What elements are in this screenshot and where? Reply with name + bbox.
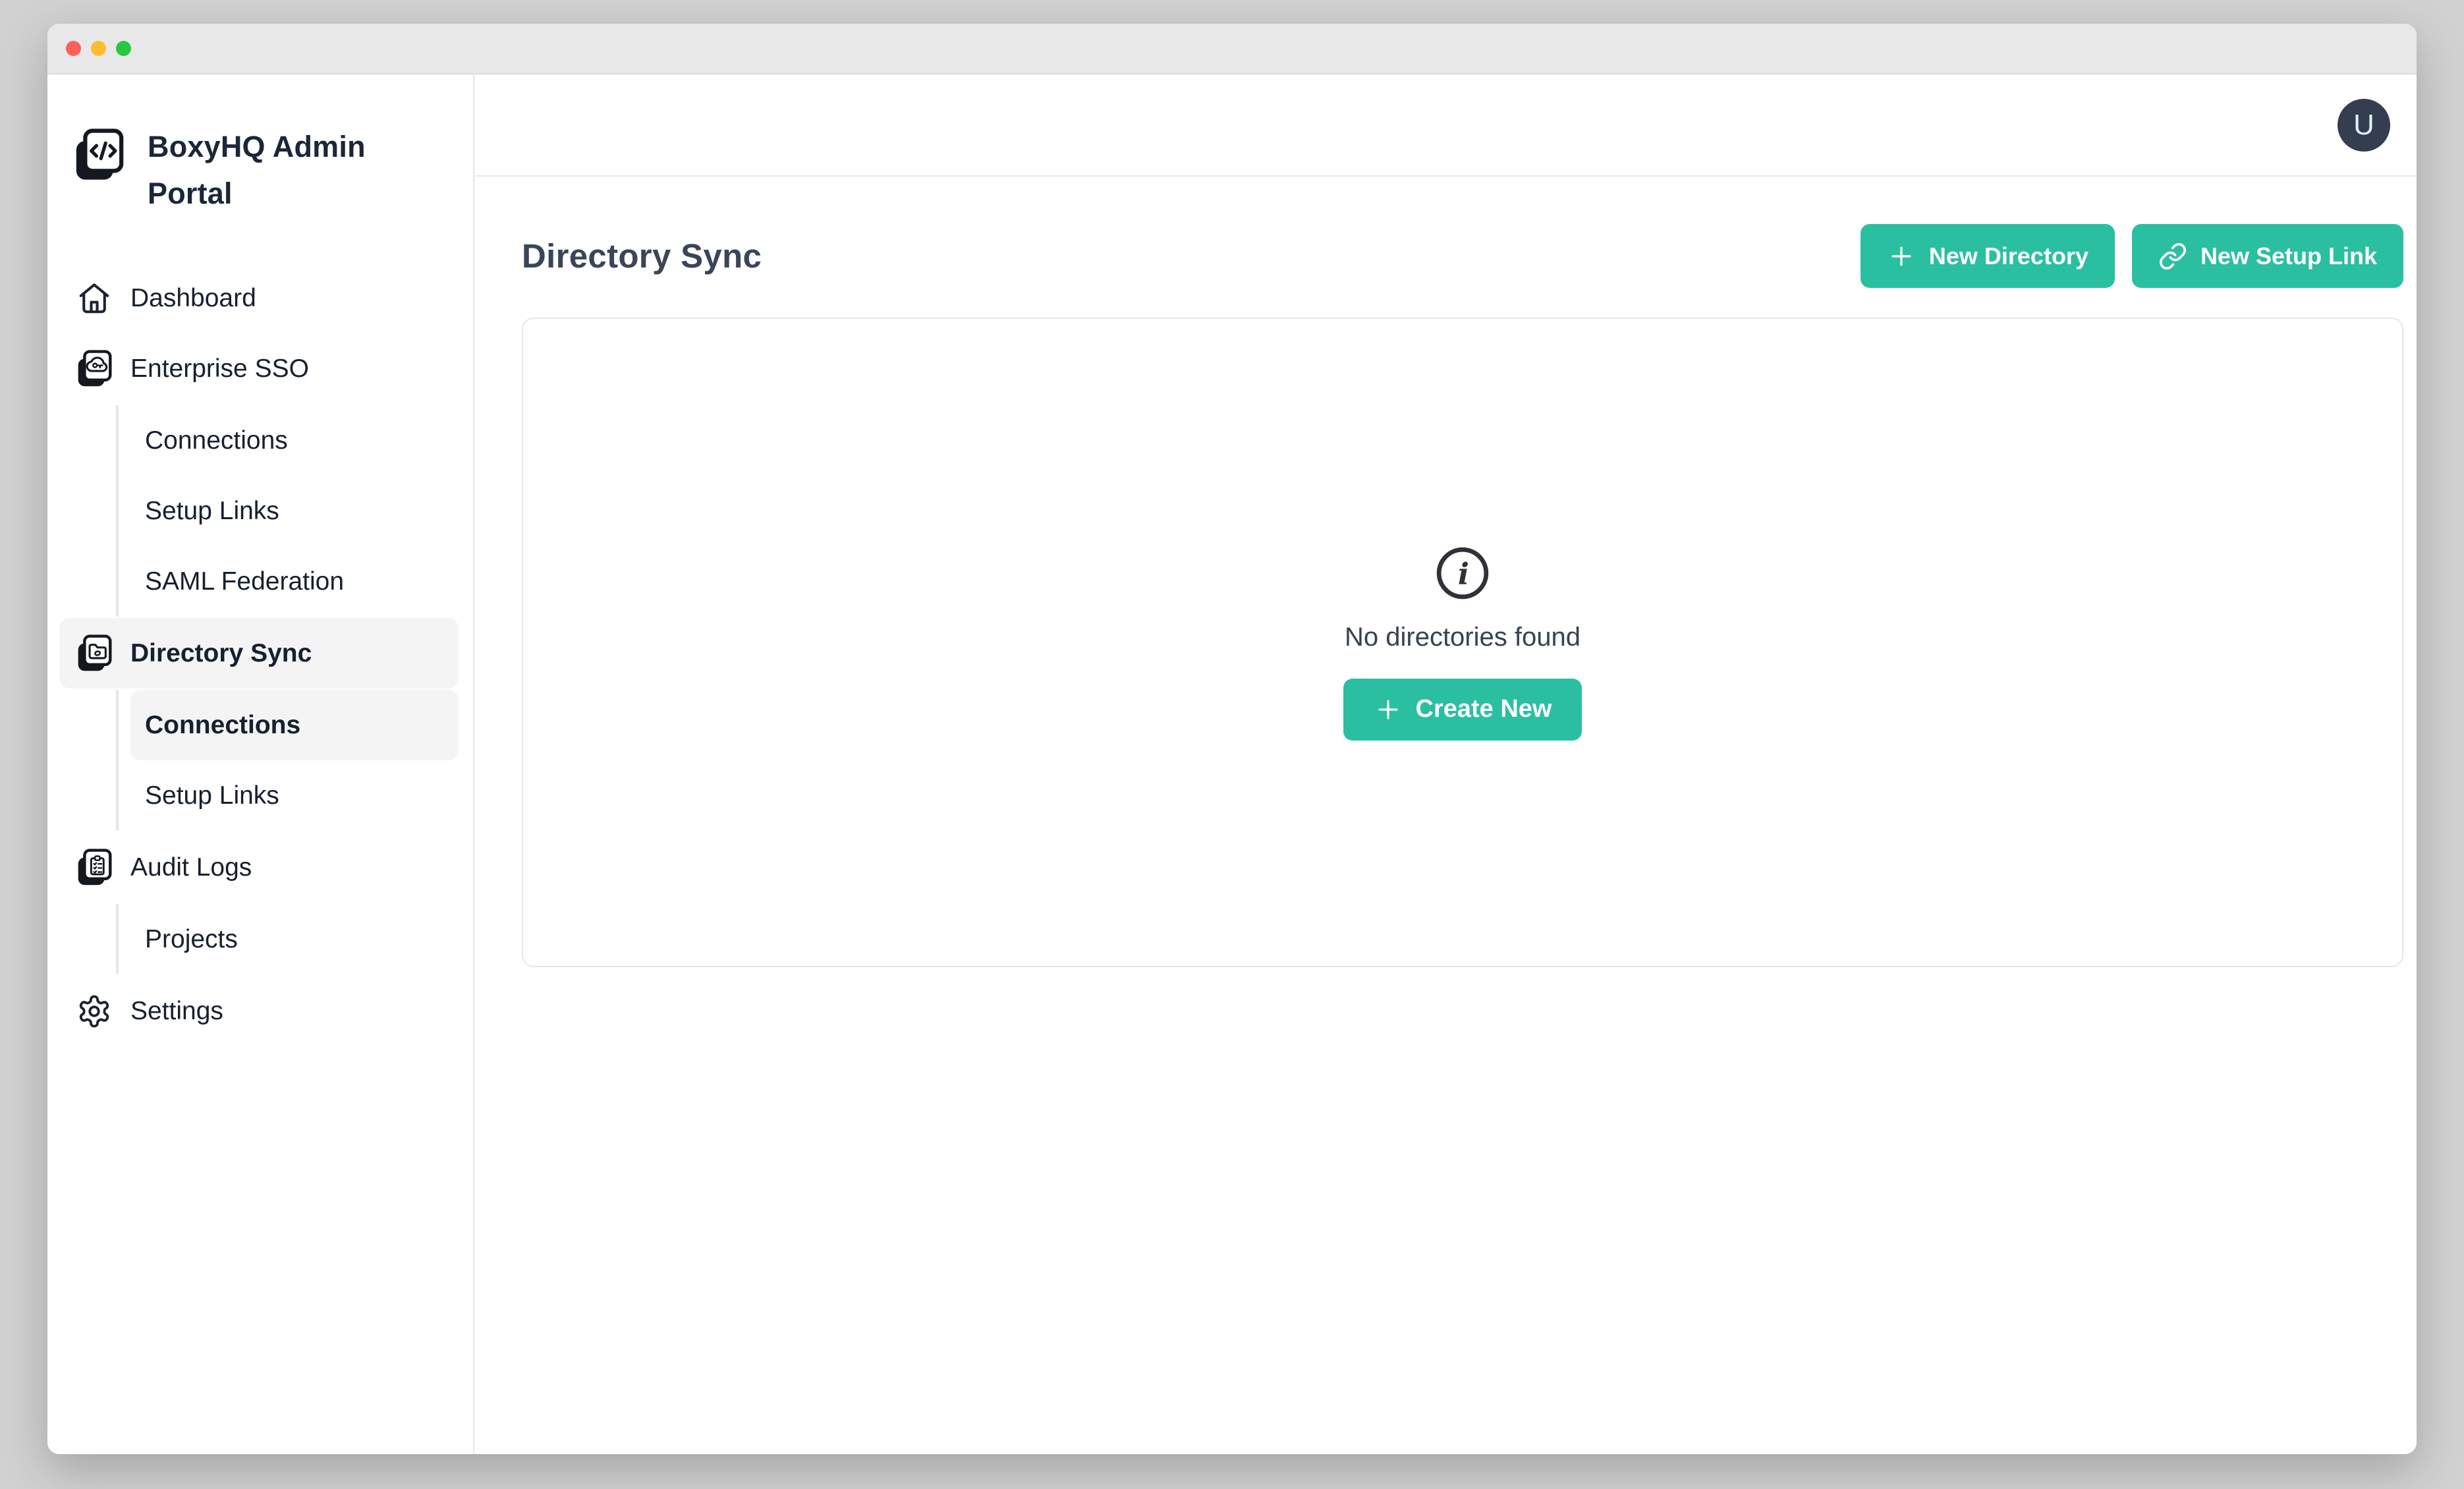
- sidebar-item-label: Connections: [145, 711, 300, 740]
- button-label: New Setup Link: [2200, 242, 2377, 270]
- gear-icon: [76, 992, 112, 1030]
- sidebar-item-sso-setup-links[interactable]: Setup Links: [130, 476, 459, 546]
- directories-empty-card: i No directories found Create New: [522, 318, 2403, 967]
- audit-logs-subnav: Projects: [116, 904, 459, 974]
- top-header: U: [474, 74, 2417, 177]
- page-toolbar: Directory Sync New Directory: [522, 224, 2403, 288]
- button-label: New Directory: [1929, 242, 2088, 270]
- sidebar-item-label: Dashboard: [130, 284, 256, 313]
- empty-state: i No directories found Create New: [1343, 545, 1582, 741]
- link-icon: [2158, 242, 2187, 271]
- sidebar-item-saml-federation[interactable]: SAML Federation: [130, 546, 459, 617]
- svg-text:i: i: [1458, 556, 1469, 591]
- window-titlebar: [47, 24, 2417, 74]
- maximize-window-button[interactable]: [116, 41, 131, 56]
- sidebar-item-dashboard[interactable]: Dashboard: [59, 263, 459, 333]
- sidebar-item-audit-logs[interactable]: Audit Logs: [59, 832, 459, 903]
- window-body: BoxyHQ Admin Portal Dashboard: [47, 74, 2417, 1454]
- sidebar-item-sso-connections[interactable]: Connections: [130, 405, 459, 476]
- page-actions: New Directory New Setup Link: [1861, 224, 2403, 288]
- plus-icon: [1374, 695, 1403, 724]
- sidebar-item-projects[interactable]: Projects: [130, 904, 459, 974]
- sidebar: BoxyHQ Admin Portal Dashboard: [47, 74, 474, 1454]
- info-icon: i: [1434, 545, 1491, 602]
- sidebar-item-label: Setup Links: [145, 497, 279, 526]
- folder-sync-keycap-icon: [76, 634, 112, 673]
- enterprise-sso-subnav: Connections Setup Links SAML Federation: [116, 405, 459, 617]
- new-setup-link-button[interactable]: New Setup Link: [2132, 224, 2403, 288]
- sidebar-item-label: Directory Sync: [130, 639, 312, 668]
- main-content: Directory Sync New Directory: [474, 177, 2417, 1454]
- app-window: BoxyHQ Admin Portal Dashboard: [47, 24, 2417, 1454]
- plus-icon: [1887, 242, 1916, 271]
- sidebar-item-label: Settings: [130, 997, 223, 1026]
- close-window-button[interactable]: [66, 41, 81, 56]
- sidebar-item-label: Setup Links: [145, 781, 279, 810]
- minimize-window-button[interactable]: [91, 41, 106, 56]
- new-directory-button[interactable]: New Directory: [1861, 224, 2115, 288]
- sidebar-item-directory-sync[interactable]: Directory Sync: [59, 618, 459, 688]
- clipboard-keycap-icon: [76, 849, 112, 887]
- sidebar-item-label: Enterprise SSO: [130, 354, 309, 383]
- sidebar-item-dsync-setup-links[interactable]: Setup Links: [130, 760, 459, 831]
- sidebar-item-dsync-connections[interactable]: Connections: [130, 690, 459, 760]
- main-panel: U Directory Sync New Directory: [474, 74, 2417, 1454]
- app-logo[interactable]: BoxyHQ Admin Portal: [74, 123, 459, 217]
- sidebar-nav: Dashboard Enterprise SSO: [59, 263, 459, 1046]
- sidebar-item-settings[interactable]: Settings: [59, 976, 459, 1046]
- sidebar-item-label: Audit Logs: [130, 853, 252, 882]
- sidebar-item-label: Projects: [145, 925, 238, 954]
- cloud-key-keycap-icon: [76, 350, 112, 388]
- app-title: BoxyHQ Admin Portal: [148, 123, 378, 217]
- button-label: Create New: [1416, 695, 1552, 723]
- directory-sync-subnav: Connections Setup Links: [116, 690, 459, 831]
- user-avatar[interactable]: U: [2338, 99, 2390, 152]
- create-new-button[interactable]: Create New: [1343, 679, 1582, 741]
- sidebar-item-label: Connections: [145, 426, 288, 455]
- home-icon: [76, 279, 112, 318]
- sidebar-item-label: SAML Federation: [145, 567, 344, 596]
- empty-state-message: No directories found: [1345, 623, 1581, 652]
- page-title: Directory Sync: [522, 237, 762, 275]
- sidebar-item-enterprise-sso[interactable]: Enterprise SSO: [59, 333, 459, 404]
- code-keycap-icon: [74, 128, 124, 183]
